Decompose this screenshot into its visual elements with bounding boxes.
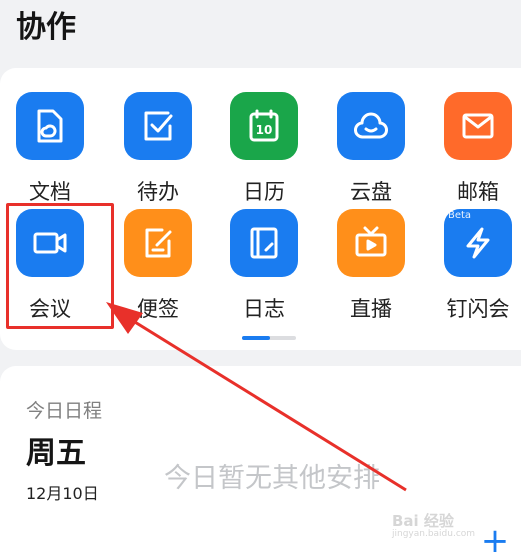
app-label: 文档 bbox=[29, 180, 71, 204]
schedule-title: 今日日程 bbox=[26, 400, 103, 422]
annotation-highlight-box bbox=[6, 203, 114, 329]
app-label: 便签 bbox=[137, 297, 179, 321]
header: 协作 bbox=[0, 0, 521, 62]
app-label: 待办 bbox=[137, 180, 179, 204]
app-mail[interactable]: 邮箱 bbox=[428, 92, 521, 212]
app-todo[interactable]: 待办 bbox=[108, 92, 208, 212]
app-label: 云盘 bbox=[350, 180, 392, 204]
app-label: 邮箱 bbox=[457, 180, 499, 204]
checkbox-icon bbox=[124, 92, 192, 160]
live-tv-icon bbox=[337, 209, 405, 277]
lightning-icon: Beta bbox=[444, 209, 512, 277]
document-icon bbox=[16, 92, 84, 160]
page-indicator-active bbox=[242, 336, 270, 340]
app-calendar[interactable]: 10 日历 bbox=[214, 92, 314, 212]
page-indicator bbox=[242, 336, 296, 340]
app-cloud-drive[interactable]: 云盘 bbox=[321, 92, 421, 212]
schedule-empty-text: 今日暂无其他安排 bbox=[164, 463, 380, 494]
app-label: 直播 bbox=[350, 297, 392, 321]
watermark-sub: jingyan.baidu.com bbox=[392, 529, 476, 539]
schedule-weekday: 周五 bbox=[26, 436, 86, 471]
page-title: 协作 bbox=[16, 10, 76, 45]
app-flash-meeting[interactable]: Beta 钉闪会 bbox=[428, 209, 521, 329]
app-notes[interactable]: 便签 bbox=[108, 209, 208, 329]
app-label: 钉闪会 bbox=[446, 297, 510, 321]
beta-badge: Beta bbox=[448, 210, 472, 221]
app-journal[interactable]: 日志 bbox=[214, 209, 314, 329]
watermark-text: Bai 经验 bbox=[392, 512, 454, 530]
app-label: 日历 bbox=[243, 180, 285, 204]
schedule-date: 12月10日 bbox=[26, 484, 99, 503]
app-label: 日志 bbox=[243, 297, 285, 321]
journal-icon bbox=[230, 209, 298, 277]
app-docs[interactable]: 文档 bbox=[0, 92, 100, 212]
app-live[interactable]: 直播 bbox=[321, 209, 421, 329]
calendar-icon: 10 bbox=[230, 92, 298, 160]
mail-icon bbox=[444, 92, 512, 160]
note-edit-icon bbox=[124, 209, 192, 277]
cloud-drive-icon bbox=[337, 92, 405, 160]
svg-text:10: 10 bbox=[256, 123, 273, 137]
watermark-logo: Bai 经验 jingyan.baidu.com bbox=[392, 510, 502, 550]
